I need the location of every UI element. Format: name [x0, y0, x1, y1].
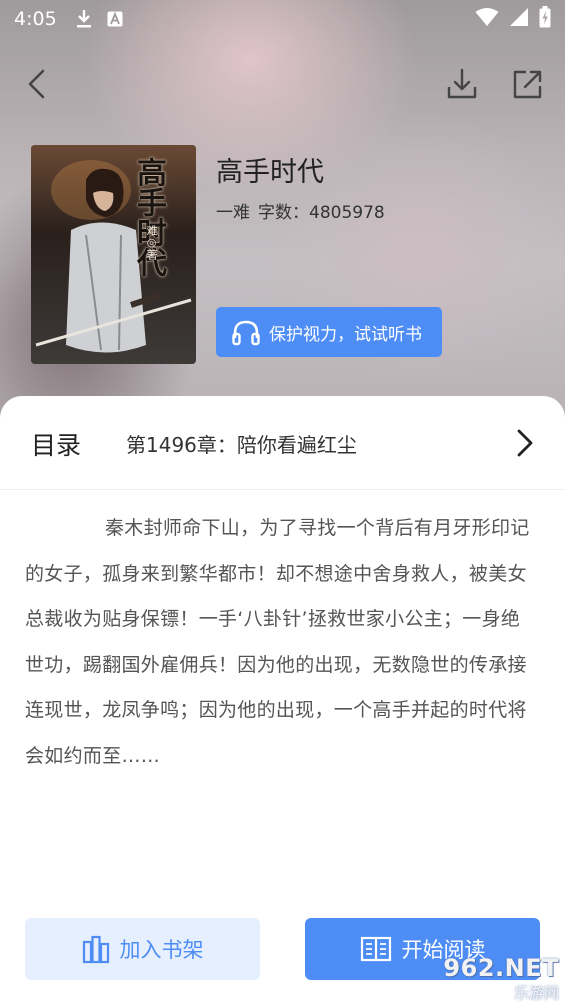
download-icon [447, 68, 477, 99]
book-meta: 一难 字数：4805978 [216, 198, 385, 223]
wifi-icon [475, 7, 499, 31]
add-to-shelf-label: 加入书架 [119, 938, 204, 962]
open-book-icon [360, 936, 391, 962]
chevron-right-icon [510, 426, 540, 460]
book-title: 高手时代 [216, 157, 324, 188]
toc-label: 目录 [31, 431, 82, 460]
bookshelf-icon [82, 935, 109, 964]
add-to-shelf-button[interactable]: 加入书架 [25, 918, 260, 980]
back-button[interactable] [16, 64, 56, 104]
signal-icon [509, 7, 529, 31]
battery-icon [539, 6, 551, 32]
headphones-icon [232, 320, 260, 346]
download-button[interactable] [442, 64, 482, 104]
watermark-main: 962.NET [443, 953, 559, 982]
detail-sheet: 目录 第1496章：陪你看遍红尘 秦木封师命下山，为了寻找一个背后有月牙形印记的… [0, 396, 565, 1004]
book-word-count: 字数：4805978 [258, 203, 385, 223]
listen-button-label: 保护视力，试试听书 [269, 324, 422, 345]
listen-button[interactable]: 保护视力，试试听书 [216, 307, 442, 357]
share-icon [513, 70, 542, 99]
watermark: 962.NET 乐游网 [428, 952, 565, 1004]
status-bar: 4:05 [0, 0, 565, 38]
download-status-icon [75, 9, 93, 29]
synopsis: 秦木封师命下山，为了寻找一个背后有月牙形印记的女子，孤身来到繁华都市！却不想途中… [25, 517, 530, 767]
book-author[interactable]: 一难 [216, 198, 250, 223]
cover-illustration [31, 145, 196, 364]
latest-chapter: 第1496章：陪你看遍红尘 [126, 433, 357, 457]
cover-author-text: 难◎著 [145, 225, 158, 260]
a-status-icon [107, 11, 123, 27]
back-icon [28, 69, 45, 99]
share-button[interactable] [508, 64, 548, 104]
watermark-sub: 乐游网 [513, 983, 559, 1002]
book-cover[interactable]: 高手时代 难◎著 [31, 145, 196, 364]
toc-row[interactable]: 目录 第1496章：陪你看遍红尘 [0, 396, 565, 490]
status-time: 4:05 [14, 8, 57, 30]
status-right [475, 6, 551, 32]
